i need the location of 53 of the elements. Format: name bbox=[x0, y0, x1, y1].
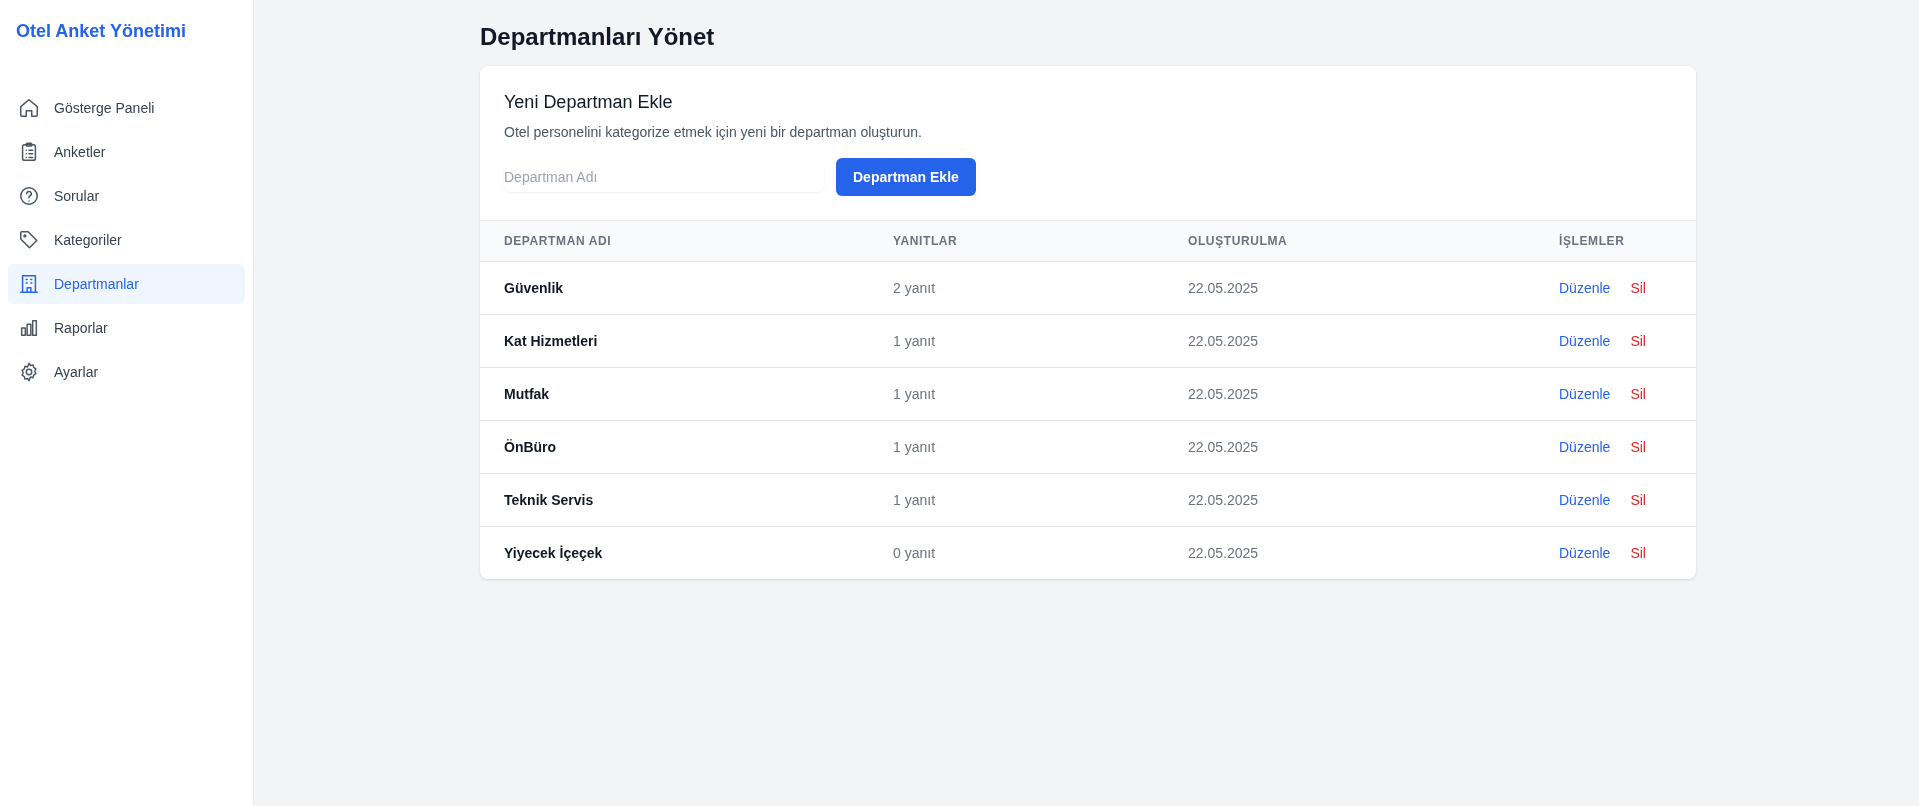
department-name-field[interactable]: Departman Adı bbox=[504, 162, 824, 192]
response-count: 1 yanıt bbox=[893, 386, 936, 402]
delete-link[interactable]: Sil bbox=[1630, 333, 1646, 349]
response-count: 0 yanıt bbox=[893, 545, 936, 561]
page-title: Departmanları Yönet bbox=[480, 22, 716, 52]
delete-link[interactable]: Sil bbox=[1630, 545, 1646, 561]
response-count: 1 yanıt bbox=[893, 439, 936, 455]
add-department-button[interactable]: Departman Ekle bbox=[836, 158, 976, 196]
edit-link[interactable]: Düzenle bbox=[1559, 333, 1611, 349]
form-description: Otel personelini kategorize etmek için yeni bir departman oluşturun. bbox=[504, 123, 923, 142]
edit-link[interactable]: Düzenle bbox=[1559, 280, 1611, 296]
department-name: ÖnBüro bbox=[504, 439, 557, 455]
column-header: OLUŞTURULMA bbox=[1164, 220, 1535, 262]
created-date: 22.05.2025 bbox=[1188, 492, 1259, 508]
form-title: Yeni Departman Ekle bbox=[504, 91, 674, 114]
created-date: 22.05.2025 bbox=[1188, 386, 1259, 402]
edit-link[interactable]: Düzenle bbox=[1559, 386, 1611, 402]
sidebar-item[interactable]: Anketler bbox=[8, 132, 245, 172]
column-header: YANITLAR bbox=[869, 220, 1164, 262]
created-date: 22.05.2025 bbox=[1188, 280, 1259, 296]
building-icon bbox=[18, 273, 40, 295]
sidebar-item[interactable]: Departmanlar bbox=[8, 264, 245, 304]
response-count: 1 yanıt bbox=[893, 333, 936, 349]
settings-icon bbox=[18, 361, 40, 383]
response-count: 2 yanıt bbox=[893, 280, 936, 296]
app-title: Otel Anket Yönetimi bbox=[15, 20, 188, 42]
department-name: Mutfak bbox=[504, 386, 550, 402]
created-date: 22.05.2025 bbox=[1188, 439, 1259, 455]
tag-icon bbox=[18, 229, 40, 251]
delete-link[interactable]: Sil bbox=[1630, 386, 1646, 402]
sidebar-item[interactable]: Ayarlar bbox=[8, 352, 245, 392]
delete-link[interactable]: Sil bbox=[1630, 492, 1646, 508]
department-name: Güvenlik bbox=[504, 280, 564, 296]
edit-link[interactable]: Düzenle bbox=[1559, 492, 1611, 508]
sidebar-item[interactable]: Gösterge Paneli bbox=[8, 88, 245, 128]
delete-link[interactable]: Sil bbox=[1630, 280, 1646, 296]
created-date: 22.05.2025 bbox=[1188, 545, 1259, 561]
response-count: 1 yanıt bbox=[893, 492, 936, 508]
delete-link[interactable]: Sil bbox=[1630, 439, 1646, 455]
department-name: Teknik Servis bbox=[504, 492, 594, 508]
sidebar-item[interactable]: Raporlar bbox=[8, 308, 245, 348]
home-icon bbox=[18, 97, 40, 119]
bar-chart-icon bbox=[18, 317, 40, 339]
question-icon bbox=[18, 185, 40, 207]
sidebar-item[interactable]: Kategoriler bbox=[8, 220, 245, 260]
edit-link[interactable]: Düzenle bbox=[1559, 439, 1611, 455]
sidebar-item[interactable]: Sorular bbox=[8, 176, 245, 216]
edit-link[interactable]: Düzenle bbox=[1559, 545, 1611, 561]
column-header: İŞLEMLER bbox=[1535, 220, 1696, 262]
department-name: Kat Hizmetleri bbox=[504, 333, 598, 349]
column-header: DEPARTMAN ADI bbox=[480, 220, 869, 262]
created-date: 22.05.2025 bbox=[1188, 333, 1259, 349]
department-name: Yiyecek İçeçek bbox=[504, 545, 603, 561]
